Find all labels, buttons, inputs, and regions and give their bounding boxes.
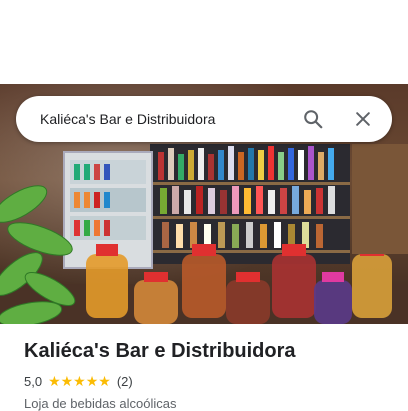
rating-value: 5,0: [24, 374, 43, 389]
search-bar[interactable]: Kaliéca's Bar e Distribuidora: [16, 96, 392, 142]
rating-row[interactable]: 5,0 ★★★★★ (2): [24, 373, 394, 390]
place-category: Loja de bebidas alcoólicas: [24, 396, 177, 411]
search-button[interactable]: [298, 104, 328, 134]
search-icon: [304, 110, 323, 129]
place-title: Kaliéca's Bar e Distribuidora: [24, 340, 296, 362]
star-rating-icon: ★★★★★: [48, 373, 111, 389]
review-count[interactable]: (2): [117, 374, 133, 389]
search-input[interactable]: Kaliéca's Bar e Distribuidora: [40, 111, 278, 127]
close-icon: [356, 112, 370, 126]
clear-search-button[interactable]: [348, 104, 378, 134]
place-info: Kaliéca's Bar e Distribuidora 5,0 ★★★★★ …: [24, 340, 394, 411]
